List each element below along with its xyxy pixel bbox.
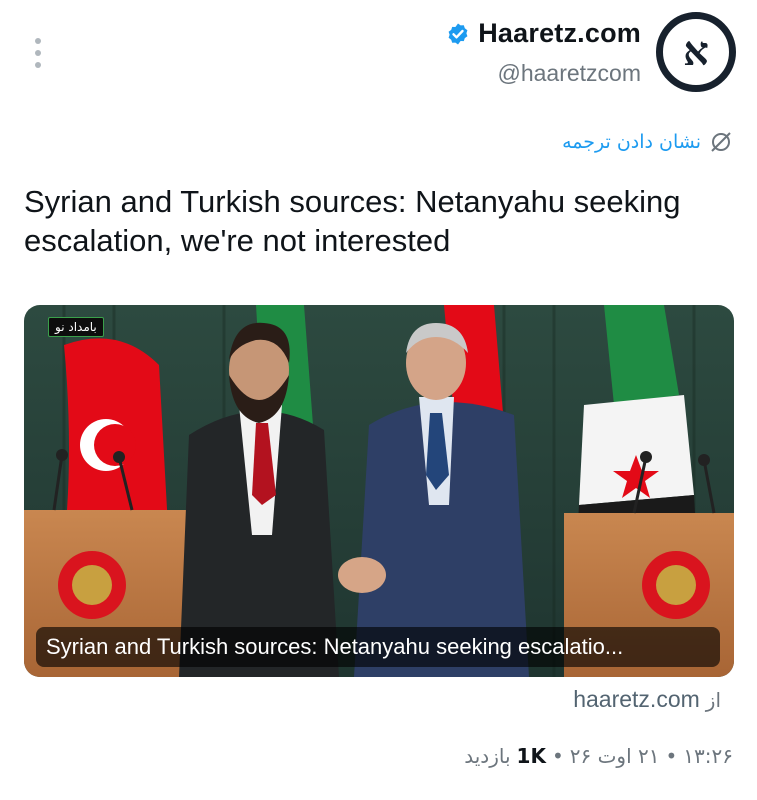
views-count: 1K bbox=[516, 744, 546, 768]
card-source-link[interactable]: از haaretz.com bbox=[573, 686, 721, 713]
translate-icon bbox=[711, 132, 731, 152]
channel-logo-badge: بامداد نو bbox=[48, 317, 104, 337]
avatar-letter: א bbox=[683, 28, 709, 75]
translate-label: نشان دادن ترجمه bbox=[562, 131, 701, 153]
card-image bbox=[24, 305, 734, 677]
card-caption: Syrian and Turkish sources: Netanyahu se… bbox=[36, 627, 720, 667]
source-prefix: از bbox=[705, 688, 721, 712]
tweet-text: Syrian and Turkish sources: Netanyahu se… bbox=[24, 184, 681, 258]
source-domain: haaretz.com bbox=[573, 686, 700, 712]
verified-badge-icon bbox=[448, 23, 468, 44]
avatar[interactable]: א bbox=[656, 12, 736, 92]
account-handle: @haaretzcom bbox=[497, 60, 641, 86]
account-name-row[interactable]: Haaretz.com bbox=[446, 18, 641, 49]
tweet-time[interactable]: ۱۳:۲۶ bbox=[683, 744, 733, 768]
link-card[interactable]: بامداد نو Syrian and Turkish sources: Ne… bbox=[24, 305, 734, 677]
meta-separator: • bbox=[665, 744, 678, 768]
tweet-meta: ۱۳:۲۶ • ۲۱ اوت ۲۶ • 1K بازدید bbox=[464, 744, 733, 768]
tweet-date[interactable]: ۲۱ اوت ۲۶ bbox=[570, 744, 660, 768]
meta-separator: • bbox=[551, 744, 564, 768]
views-label: بازدید bbox=[464, 744, 511, 768]
translate-button[interactable]: نشان دادن ترجمه bbox=[562, 130, 733, 154]
more-options-icon[interactable] bbox=[30, 38, 46, 68]
display-name: Haaretz.com bbox=[478, 18, 641, 48]
